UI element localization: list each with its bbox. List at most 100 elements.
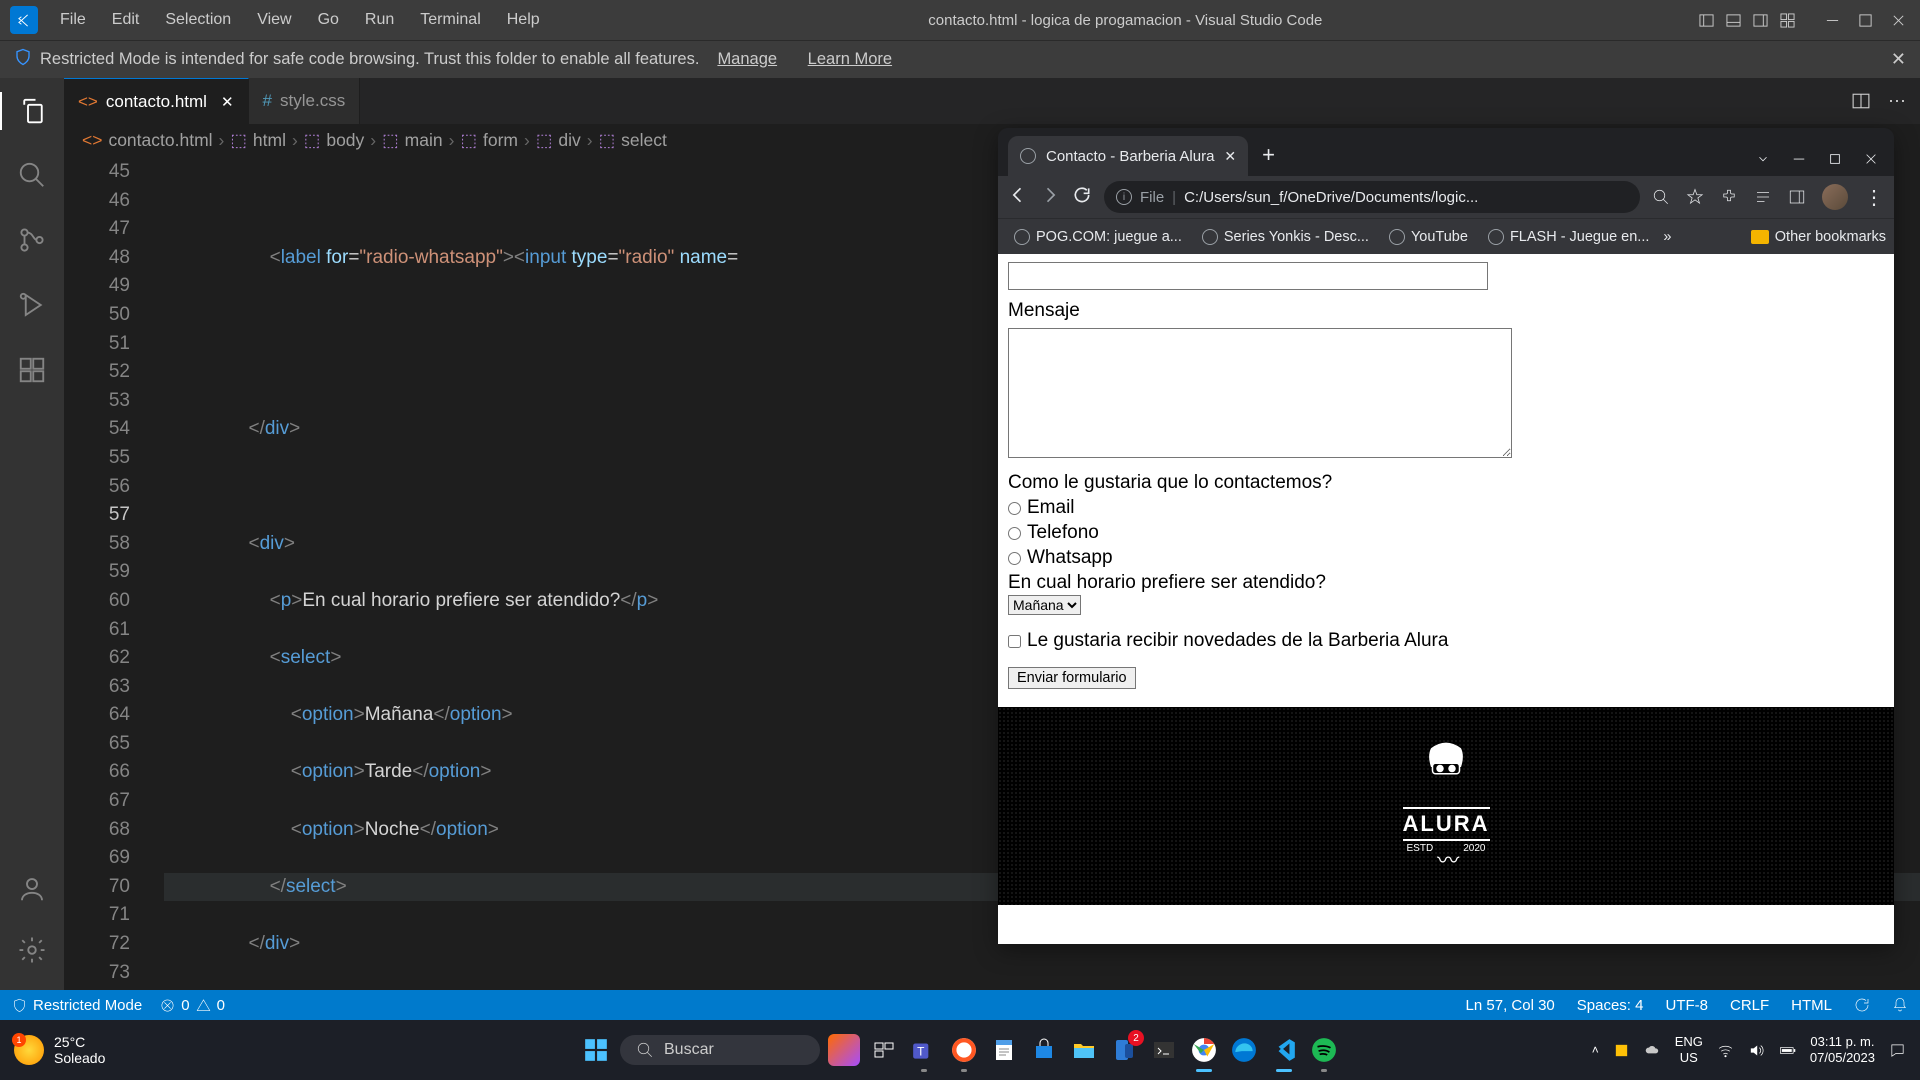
extensions-icon[interactable] — [17, 355, 47, 390]
menu-go[interactable]: Go — [306, 7, 351, 33]
tab-contacto-html[interactable]: <> contacto.html ✕ — [64, 78, 249, 124]
app-explorer[interactable] — [1068, 1034, 1100, 1066]
close-icon[interactable] — [1891, 13, 1906, 28]
breadcrumb-item[interactable]: select — [621, 130, 667, 151]
language-mode[interactable]: HTML — [1791, 997, 1832, 1014]
radio-whatsapp[interactable] — [1008, 552, 1021, 565]
bookmark-item[interactable]: YouTube — [1381, 225, 1476, 249]
chrome-maximize-icon[interactable] — [1828, 152, 1842, 166]
extensions-puzzle-icon[interactable] — [1720, 188, 1738, 206]
breadcrumb-item[interactable]: body — [326, 130, 364, 151]
menu-edit[interactable]: Edit — [100, 7, 152, 33]
cursor-position[interactable]: Ln 57, Col 30 — [1466, 997, 1555, 1014]
app-vscode[interactable] — [1268, 1034, 1300, 1066]
app-copilot[interactable] — [828, 1034, 860, 1066]
search-icon[interactable] — [17, 160, 47, 195]
app-edge[interactable] — [1228, 1034, 1260, 1066]
encoding-status[interactable]: UTF-8 — [1665, 997, 1708, 1014]
app-chrome[interactable] — [1188, 1034, 1220, 1066]
breadcrumb-item[interactable]: contacto.html — [108, 130, 212, 151]
indentation-status[interactable]: Spaces: 4 — [1577, 997, 1644, 1014]
breadcrumb-item[interactable]: div — [558, 130, 580, 151]
notifications-icon[interactable] — [1889, 1042, 1906, 1059]
learn-more-link[interactable]: Learn More — [808, 50, 892, 68]
menu-selection[interactable]: Selection — [153, 7, 243, 33]
toggle-panel-icon[interactable] — [1726, 13, 1741, 28]
tray-overflow-icon[interactable]: ˄ — [1592, 1043, 1599, 1057]
start-button[interactable] — [580, 1034, 612, 1066]
radio-email[interactable] — [1008, 502, 1021, 515]
minimize-icon[interactable] — [1825, 13, 1840, 28]
menu-help[interactable]: Help — [495, 7, 552, 33]
tray-onedrive-icon[interactable] — [1644, 1042, 1661, 1059]
explorer-icon[interactable] — [0, 92, 64, 130]
chrome-new-tab-icon[interactable]: + — [1262, 142, 1275, 168]
novedades-checkbox[interactable] — [1008, 635, 1021, 648]
debug-icon[interactable] — [17, 290, 47, 325]
tab-style-css[interactable]: # style.css — [249, 78, 361, 124]
app-task-view[interactable] — [868, 1034, 900, 1066]
profile-avatar[interactable] — [1822, 184, 1848, 210]
battery-icon[interactable] — [1779, 1042, 1796, 1059]
app-terminal[interactable] — [1148, 1034, 1180, 1066]
source-control-icon[interactable] — [17, 225, 47, 260]
app-notepad[interactable] — [988, 1034, 1020, 1066]
bell-icon[interactable] — [1892, 997, 1908, 1013]
app-store[interactable] — [1028, 1034, 1060, 1066]
volume-icon[interactable] — [1748, 1042, 1765, 1059]
menu-terminal[interactable]: Terminal — [408, 7, 492, 33]
bookmarks-overflow-icon[interactable]: » — [1663, 229, 1671, 245]
customize-layout-icon[interactable] — [1780, 13, 1795, 28]
wifi-icon[interactable] — [1717, 1042, 1734, 1059]
back-icon[interactable] — [1008, 185, 1028, 210]
reload-icon[interactable] — [1072, 185, 1092, 210]
radio-telefono[interactable] — [1008, 527, 1021, 540]
chrome-menu-icon[interactable]: ⋮ — [1864, 185, 1884, 210]
zoom-icon[interactable] — [1652, 188, 1670, 206]
app-spotify[interactable] — [1308, 1034, 1340, 1066]
feedback-icon[interactable] — [1854, 997, 1870, 1013]
more-actions-icon[interactable]: ⋯ — [1888, 91, 1906, 112]
app-browser[interactable] — [948, 1034, 980, 1066]
clock[interactable]: 03:11 p. m.07/05/2023 — [1810, 1034, 1875, 1066]
breadcrumb-item[interactable]: html — [253, 130, 286, 151]
chrome-tab-close-icon[interactable]: ✕ — [1224, 148, 1236, 165]
toggle-primary-sidebar-icon[interactable] — [1699, 13, 1714, 28]
bookmark-star-icon[interactable] — [1686, 188, 1704, 206]
toggle-secondary-sidebar-icon[interactable] — [1753, 13, 1768, 28]
restricted-mode-status[interactable]: Restricted Mode — [12, 997, 142, 1014]
settings-gear-icon[interactable] — [17, 935, 47, 970]
banner-close-icon[interactable]: ✕ — [1891, 49, 1906, 70]
reading-list-icon[interactable] — [1754, 188, 1772, 206]
horario-select[interactable]: Mañana — [1008, 595, 1081, 615]
eol-status[interactable]: CRLF — [1730, 997, 1769, 1014]
maximize-icon[interactable] — [1858, 13, 1873, 28]
problems-status[interactable]: 0 0 — [160, 997, 225, 1014]
breadcrumb-item[interactable]: form — [483, 130, 518, 151]
info-icon[interactable]: i — [1116, 189, 1132, 205]
account-icon[interactable] — [17, 874, 47, 909]
bookmark-item[interactable]: POG.COM: juegue a... — [1006, 225, 1190, 249]
split-editor-icon[interactable] — [1852, 92, 1870, 110]
chrome-minimize-icon[interactable] — [1792, 152, 1806, 166]
tray-security-icon[interactable] — [1613, 1042, 1630, 1059]
tab-close-icon[interactable]: ✕ — [221, 93, 234, 111]
taskbar-search[interactable]: Buscar — [620, 1035, 820, 1065]
submit-button[interactable]: Enviar formulario — [1008, 667, 1136, 689]
bookmark-item[interactable]: Series Yonkis - Desc... — [1194, 225, 1377, 249]
mensaje-textarea[interactable] — [1008, 328, 1512, 458]
chrome-tab-search-icon[interactable] — [1756, 152, 1770, 166]
side-panel-icon[interactable] — [1788, 188, 1806, 206]
other-bookmarks[interactable]: Other bookmarks — [1775, 229, 1886, 245]
manage-link[interactable]: Manage — [717, 50, 777, 68]
app-phonelink[interactable]: 2 — [1108, 1034, 1140, 1066]
menu-view[interactable]: View — [245, 7, 303, 33]
text-input[interactable] — [1008, 262, 1488, 290]
menu-run[interactable]: Run — [353, 7, 406, 33]
language-indicator[interactable]: ENGUS — [1675, 1034, 1703, 1066]
weather-widget[interactable]: 1 25°CSoleado — [14, 1034, 105, 1066]
bookmark-item[interactable]: FLASH - Juegue en... — [1480, 225, 1657, 249]
forward-icon[interactable] — [1040, 185, 1060, 210]
chrome-omnibox[interactable]: i File | C:/Users/sun_f/OneDrive/Documen… — [1104, 181, 1640, 213]
chrome-close-icon[interactable] — [1864, 152, 1878, 166]
